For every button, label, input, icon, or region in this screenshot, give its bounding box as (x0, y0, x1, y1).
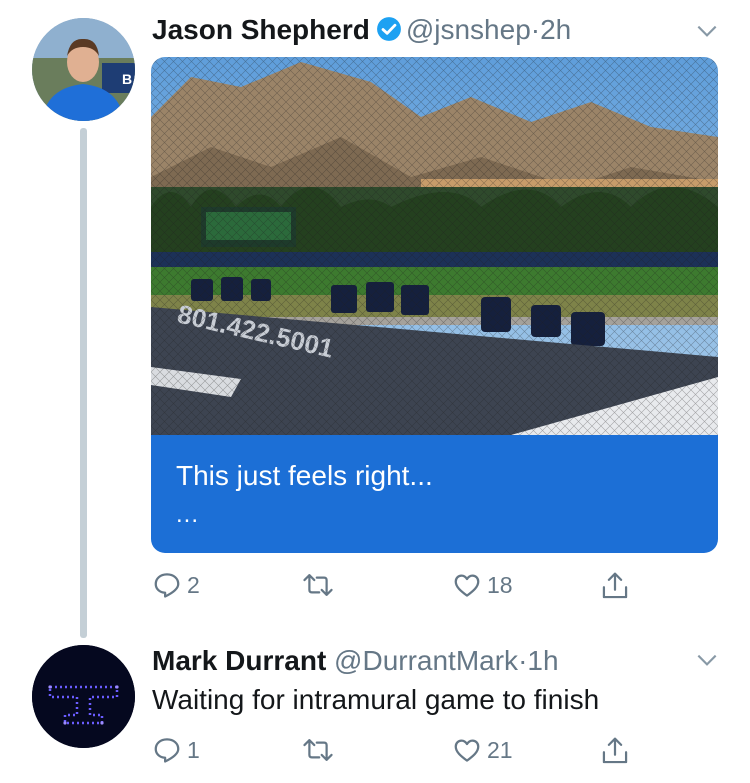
retweet-icon (303, 574, 333, 596)
thread-connector-line (80, 128, 87, 638)
retweet-icon (303, 739, 333, 761)
verified-badge-icon (376, 16, 402, 49)
stadium-photo[interactable]: 801.422.5001 (151, 57, 718, 435)
reply-count: 1 (187, 736, 200, 763)
card-ellipsis: ... (176, 501, 200, 528)
share-icon (602, 572, 628, 599)
card-title: This just feels right... (176, 460, 433, 491)
reply-button[interactable]: 1 (152, 735, 200, 765)
tweet-time[interactable]: 1h (527, 645, 558, 676)
reply-icon (154, 738, 180, 763)
like-icon (454, 739, 480, 762)
like-count: 21 (487, 736, 513, 763)
avatar-mark-durrant[interactable] (32, 645, 135, 748)
avatar-jason-shepherd[interactable]: B (32, 18, 135, 121)
share-button[interactable] (600, 735, 630, 767)
share-button[interactable] (600, 570, 630, 602)
like-button[interactable]: 21 (452, 735, 513, 765)
tweet-time[interactable]: 2h (540, 14, 571, 45)
chevron-down-icon[interactable] (694, 18, 720, 44)
card-caption[interactable]: This just feels right... ... (151, 435, 718, 553)
retweet-button[interactable] (302, 570, 339, 600)
author-name[interactable]: Jason Shepherd (152, 14, 370, 45)
tweet-header: Jason Shepherd @jsnshep·2h (152, 14, 571, 49)
meta-separator: · (530, 14, 541, 45)
share-icon (602, 737, 628, 764)
reply-button[interactable]: 2 (152, 570, 200, 600)
author-handle[interactable]: @jsnshep (406, 14, 531, 45)
reply-count: 2 (187, 571, 200, 598)
author-handle[interactable]: @DurrantMark (334, 645, 518, 676)
reply-icon (154, 573, 180, 598)
tweet-header: Mark Durrant @DurrantMark·1h (152, 645, 559, 677)
like-button[interactable]: 18 (452, 570, 513, 600)
like-count: 18 (487, 571, 513, 598)
meta-separator: · (518, 645, 528, 676)
author-name[interactable]: Mark Durrant (152, 645, 326, 676)
retweet-button[interactable] (302, 735, 339, 765)
chevron-down-icon[interactable] (694, 647, 720, 673)
like-icon (454, 574, 480, 597)
svg-text:B: B (122, 71, 132, 87)
tweet-text: Waiting for intramural game to finish (152, 684, 600, 715)
tweet-media-card[interactable]: 801.422.5001 This just feels right... ..… (151, 57, 718, 553)
